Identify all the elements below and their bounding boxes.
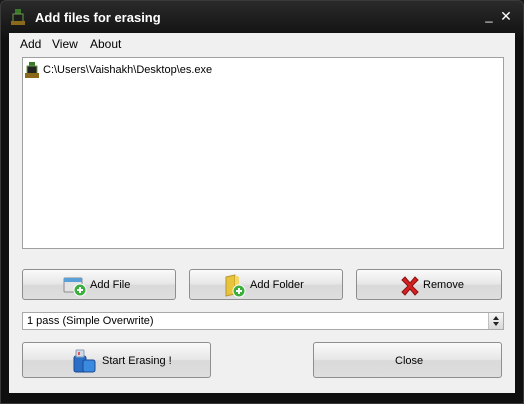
select-spin-arrows-icon[interactable]	[488, 313, 503, 329]
app-logo-icon	[11, 9, 25, 25]
add-file-icon	[63, 277, 87, 297]
menu-view[interactable]: View	[52, 37, 78, 51]
menu-bar: Add View About	[9, 33, 515, 53]
start-erasing-label: Start Erasing !	[102, 355, 172, 367]
file-path: C:\Users\Vaishakh\Desktop\es.exe	[43, 64, 213, 76]
add-folder-button[interactable]: Add Folder	[189, 269, 343, 300]
client-area: Add View About C:\Users\Vaishakh\Desktop…	[9, 33, 515, 393]
minimize-button[interactable]: _	[481, 7, 497, 25]
add-file-button[interactable]: Add File	[22, 269, 176, 300]
eraser-icon	[73, 349, 96, 373]
start-erasing-button[interactable]: Start Erasing !	[22, 342, 211, 378]
app-window: Add files for erasing _ ✕ Add View About…	[0, 0, 524, 404]
erase-method-select[interactable]: 1 pass (Simple Overwrite)	[22, 312, 504, 330]
menu-about[interactable]: About	[90, 37, 121, 51]
file-list[interactable]: C:\Users\Vaishakh\Desktop\es.exe	[22, 57, 504, 249]
close-button[interactable]: Close	[313, 342, 502, 378]
add-file-label: Add File	[90, 279, 131, 291]
erase-method-value: 1 pass (Simple Overwrite)	[27, 315, 154, 327]
close-window-button[interactable]: ✕	[498, 7, 514, 25]
add-folder-icon	[225, 274, 246, 298]
remove-x-icon	[401, 276, 419, 296]
remove-label: Remove	[423, 279, 464, 291]
menu-add[interactable]: Add	[20, 37, 41, 51]
add-folder-label: Add Folder	[250, 279, 304, 291]
title-bar[interactable]: Add files for erasing _ ✕	[1, 1, 523, 33]
remove-button[interactable]: Remove	[356, 269, 502, 300]
executable-icon	[25, 62, 39, 78]
window-title: Add files for erasing	[35, 10, 161, 25]
close-label: Close	[395, 355, 424, 367]
